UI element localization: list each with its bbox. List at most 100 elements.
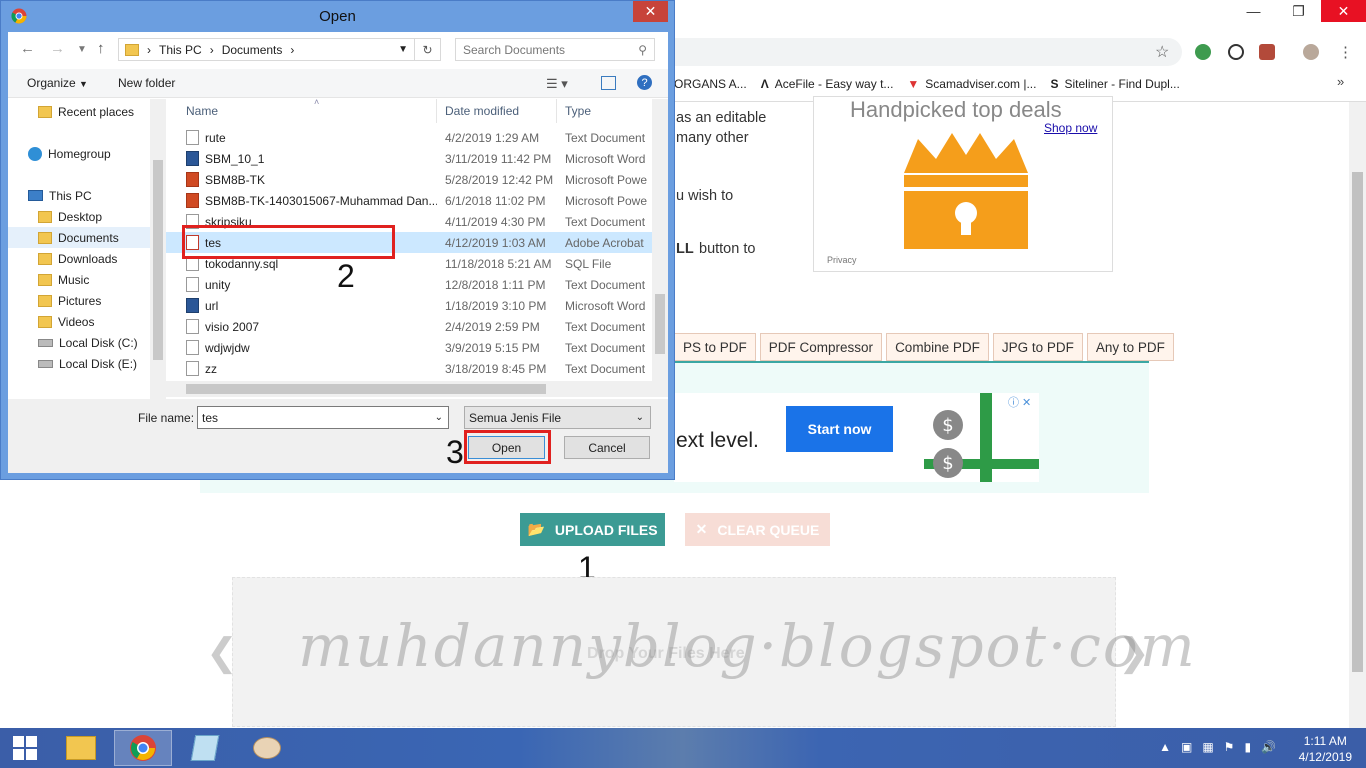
file-type-cell: Text Document [565,361,646,376]
bookmark-item[interactable]: S Siteliner - Find Dupl... [1050,77,1179,91]
file-row[interactable]: wdjwjdw 3/9/2019 5:15 PM Text Document [166,337,652,358]
paint-palette-icon [253,737,281,759]
tree-item-downloads[interactable]: Downloads [8,248,150,269]
file-row[interactable]: rute 4/2/2019 1:29 AM Text Document [166,127,652,148]
bookmark-star-icon[interactable]: ☆ [1155,42,1169,62]
advertisement-deals[interactable]: Handpicked top deals Shop now Privacy [813,96,1113,272]
file-row[interactable]: SBM8B-TK 5/28/2019 12:42 PM Microsoft Powe [166,169,652,190]
clear-queue-button[interactable]: ✕ CLEAR QUEUE [685,513,830,546]
file-type-cell: Text Document [565,340,646,355]
file-type-select[interactable]: Semua Jenis File ⌄ [464,406,651,429]
tray-battery-icon[interactable]: ▮ [1244,740,1251,754]
shop-now-link[interactable]: Shop now [1044,121,1097,135]
start-now-button[interactable]: Start now [786,406,893,452]
tree-item-local-disk-e[interactable]: Local Disk (E:) [8,353,150,374]
extension-block-icon[interactable] [1228,44,1244,60]
watermark: muhdannyblog·blogspot·com [298,612,1197,680]
file-row[interactable]: SBM8B-TK-1403015067-Muhammad Dan... 6/1/2… [166,190,652,211]
tray-signal-icon[interactable]: ▦ [1202,740,1213,754]
tool-tabs: PS to PDF PDF Compressor Combine PDF JPG… [674,333,1174,361]
tab-combine-pdf[interactable]: Combine PDF [886,333,989,361]
bookmark-item[interactable]: ▼ Scamadviser.com |... [907,77,1036,91]
up-icon[interactable]: ↑ [97,40,105,57]
tray-flag-icon[interactable]: ⚑ [1224,740,1235,754]
chevron-left-icon[interactable]: ❮ [206,630,238,675]
chrome-taskbar[interactable] [114,730,172,766]
column-name[interactable]: Name [166,99,437,123]
cancel-button[interactable]: Cancel [564,436,650,459]
column-date-modified[interactable]: Date modified [437,99,557,123]
tree-item-local-disk-c[interactable]: Local Disk (C:) [8,332,150,353]
navigation-tree: Recent places Homegroup This PC Desktop … [8,99,166,399]
paint-taskbar[interactable] [238,730,296,766]
recent-dropdown-icon[interactable]: ▼ [77,44,87,55]
breadcrumb-documents[interactable]: Documents [222,43,283,57]
refresh-icon[interactable]: ↻ [415,38,441,61]
tray-volume-icon[interactable]: 🔊 [1261,740,1276,754]
help-icon[interactable]: ? [637,75,652,90]
profile-avatar[interactable] [1303,44,1319,60]
minimize-icon[interactable]: — [1231,0,1276,22]
file-row[interactable]: visio 2007 2/4/2019 2:59 PM Text Document [166,316,652,337]
menu-dots-icon[interactable]: ⋮ [1338,43,1353,61]
file-row[interactable]: SBM_10_1 3/11/2019 11:42 PM Microsoft Word [166,148,652,169]
close-icon[interactable]: ✕ [1321,0,1366,22]
column-type[interactable]: Type [557,99,652,123]
file-name-input[interactable]: tes ⌄ [197,406,449,429]
file-row[interactable]: zz 3/18/2019 8:45 PM Text Document [166,358,652,379]
chevron-down-icon: ▼ [79,79,88,89]
tray-network-icon[interactable]: ▲ [1159,740,1171,754]
txt-file-icon [186,130,199,145]
tree-scrollbar-thumb[interactable] [153,160,163,360]
tab-jpg-to-pdf[interactable]: JPG to PDF [992,333,1083,361]
new-folder-button[interactable]: New folder [118,76,175,90]
organize-button[interactable]: Organize ▼ [27,76,88,90]
tab-ps-to-pdf[interactable]: PS to PDF [674,333,756,361]
chevron-right-icon: › [209,42,214,57]
address-bar[interactable] [674,38,1182,66]
tab-pdf-compressor[interactable]: PDF Compressor [759,333,883,361]
file-name-cell: url [166,295,437,316]
search-documents-input[interactable]: Search Documents ⚲ [455,38,655,61]
start-button[interactable] [0,730,50,766]
privacy-label[interactable]: Privacy [827,255,857,265]
dialog-close-button[interactable]: ✕ [633,1,668,22]
file-row[interactable]: unity 12/8/2018 1:11 PM Text Document [166,274,652,295]
file-list-hscrollbar-thumb[interactable] [186,384,546,394]
forward-icon[interactable]: → [50,40,65,57]
bookmark-item[interactable]: Λ AceFile - Easy way t... [761,77,894,91]
view-options-icon[interactable]: ☰ ▾ [546,76,568,92]
tree-item-desktop[interactable]: Desktop [8,206,150,227]
breadcrumb-this-pc[interactable]: This PC [159,43,202,57]
clock[interactable]: 1:11 AM 4/12/2019 [1299,733,1352,765]
tray-monitor-icon[interactable]: ▣ [1181,740,1192,754]
preview-pane-icon[interactable] [601,76,616,90]
tab-any-to-pdf[interactable]: Any to PDF [1086,333,1174,361]
page-scrollbar-thumb[interactable] [1352,172,1363,672]
advertisement-banner[interactable]: ext level. Start now $ $ ⓘ ✕ [674,393,1039,482]
file-explorer-taskbar[interactable] [52,730,110,766]
chevron-down-icon[interactable]: ▼ [398,44,408,55]
bookmarks-more-icon[interactable]: » [1337,74,1344,89]
extension-globe-icon[interactable] [1195,44,1211,60]
tree-item-videos[interactable]: Videos [8,311,150,332]
tree-item-documents[interactable]: Documents [8,227,150,248]
tree-item-pictures[interactable]: Pictures [8,290,150,311]
maximize-icon[interactable]: ❐ [1276,0,1321,22]
notepad-taskbar[interactable] [176,730,234,766]
tree-item-homegroup[interactable]: Homegroup [8,143,150,164]
tree-item-music[interactable]: Music [8,269,150,290]
page-text: LL [676,241,694,257]
path-bar[interactable]: › This PC › Documents › ▼ [118,38,415,61]
ad-info-icon[interactable]: ⓘ ✕ [1008,394,1031,410]
svg-text:$: $ [942,415,953,436]
tree-item-this-pc[interactable]: This PC [8,185,150,206]
bookmark-item[interactable]: ORGANS A... [674,77,747,91]
file-list-scrollbar-thumb[interactable] [655,294,665,354]
tree-item-recent-places[interactable]: Recent places [8,101,150,122]
upload-files-button[interactable]: 📂 UPLOAD FILES [520,513,665,546]
chevron-down-icon[interactable]: ⌄ [435,412,443,423]
back-icon[interactable]: ← [20,40,35,57]
extension-pdf-icon[interactable] [1259,44,1275,60]
file-row[interactable]: url 1/18/2019 3:10 PM Microsoft Word [166,295,652,316]
